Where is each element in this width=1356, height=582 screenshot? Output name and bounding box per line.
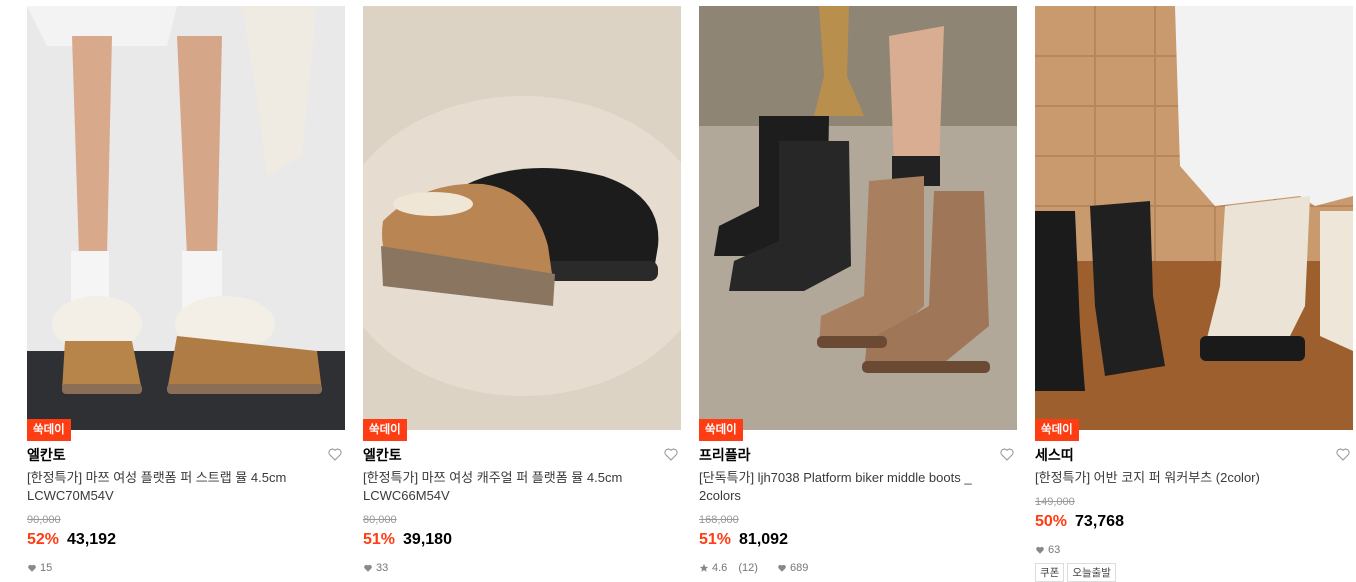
event-badge: 쑥데이 [27, 419, 71, 441]
heart-fill-icon [778, 564, 786, 572]
product-card[interactable]: 쑥데이 세스띠 [한정특가] 어반 코지 퍼 워커부츠 (2color) 149… [1035, 6, 1353, 582]
review-count: (12) [738, 562, 758, 574]
product-meta: 15 [27, 562, 68, 576]
rating-value: 4.6 [712, 562, 728, 574]
event-badge: 쑥데이 [699, 419, 743, 441]
likes: 15 [27, 562, 60, 574]
heart-fill-icon [364, 564, 372, 572]
sale-price: 81,092 [739, 531, 788, 548]
discount-rate: 51% [699, 531, 732, 548]
product-image[interactable] [1035, 6, 1353, 430]
star-icon [699, 563, 709, 572]
sale-price: 43,192 [67, 531, 116, 548]
heart-fill-icon [28, 564, 36, 572]
likes: 689 [777, 562, 816, 574]
tag-coupon: 쿠폰 [1035, 563, 1065, 582]
product-title[interactable]: [단독특가] ljh7038 Platform biker middle boo… [699, 469, 999, 505]
heart-fill-icon [1036, 546, 1044, 554]
brand-name[interactable]: 프리플라 [699, 445, 751, 465]
event-badge: 쑥데이 [363, 419, 407, 441]
original-price: 80,000 [363, 514, 397, 526]
brand-name[interactable]: 엘칸토 [363, 445, 402, 465]
brand-name[interactable]: 세스띠 [1035, 445, 1074, 465]
product-meta: 63 [1035, 544, 1076, 558]
heart-icon[interactable] [1335, 446, 1351, 462]
tag-ship-today: 오늘출발 [1067, 563, 1116, 582]
sale-price: 39,180 [403, 531, 452, 548]
product-meta: 33 [363, 562, 404, 576]
discount-rate: 51% [363, 531, 396, 548]
original-price: 149,000 [1035, 496, 1075, 508]
product-card[interactable]: 쑥데이 엘칸토 [한정특가] 마쯔 여성 플랫폼 퍼 스트랩 뮬 4.5cm L… [27, 6, 345, 581]
likes-count: 15 [40, 562, 53, 574]
product-title[interactable]: [한정특가] 마쯔 여성 캐주얼 퍼 플랫폼 뮬 4.5cm LCWC66M54… [363, 469, 663, 505]
original-price: 90,000 [27, 514, 61, 526]
product-image[interactable] [27, 6, 345, 430]
sale-price: 73,768 [1075, 513, 1124, 530]
price-row: 52% 43,192 [27, 531, 116, 549]
brand-name[interactable]: 엘칸토 [27, 445, 66, 465]
heart-icon[interactable] [327, 446, 343, 462]
product-title[interactable]: [한정특가] 마쯔 여성 플랫폼 퍼 스트랩 뮬 4.5cm LCWC70M54… [27, 469, 327, 505]
tag-list: 쿠폰 오늘출발 [1035, 563, 1119, 582]
product-card[interactable]: 쑥데이 프리플라 [단독특가] ljh7038 Platform biker m… [699, 6, 1017, 581]
likes-count: 33 [376, 562, 389, 574]
event-badge: 쑥데이 [1035, 419, 1079, 441]
likes: 33 [363, 562, 396, 574]
heart-icon[interactable] [999, 446, 1015, 462]
product-image[interactable] [363, 6, 681, 430]
product-image[interactable] [699, 6, 1017, 430]
price-row: 51% 39,180 [363, 531, 452, 549]
likes-count: 689 [789, 562, 809, 574]
product-title[interactable]: [한정특가] 어반 코지 퍼 워커부츠 (2color) [1035, 469, 1335, 487]
rating: 4.6 (12) [699, 562, 766, 574]
discount-rate: 50% [1035, 513, 1068, 530]
product-meta: 4.6 (12) 689 [699, 562, 824, 576]
product-card[interactable]: 쑥데이 엘칸토 [한정특가] 마쯔 여성 캐주얼 퍼 플랫폼 뮬 4.5cm L… [363, 6, 681, 581]
likes-count: 63 [1048, 544, 1061, 556]
original-price: 168,000 [699, 514, 739, 526]
price-row: 50% 73,768 [1035, 513, 1124, 531]
heart-icon[interactable] [663, 446, 679, 462]
price-row: 51% 81,092 [699, 531, 788, 549]
likes: 63 [1035, 544, 1068, 556]
discount-rate: 52% [27, 531, 60, 548]
